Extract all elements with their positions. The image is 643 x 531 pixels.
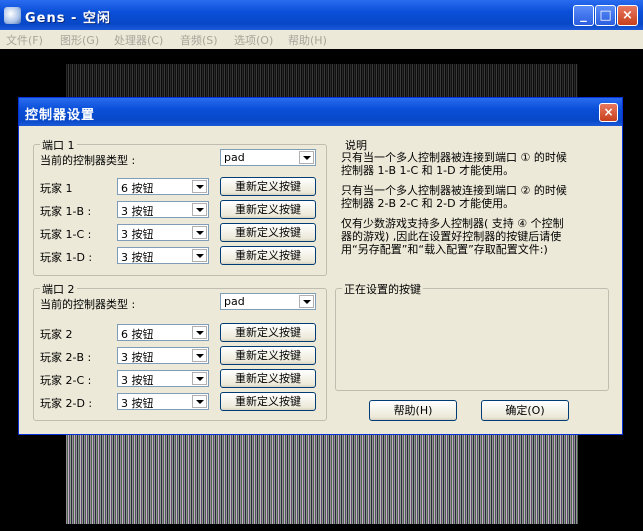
controller-settings-dialog: 控制器设置 × 端口 1 当前的控制器类型 : pad 玩家 1 6 按钮 重新… <box>18 97 623 435</box>
current-setting-label: 正在设置的按键 <box>342 281 423 297</box>
redefine-player-2c-button[interactable]: 重新定义按键 <box>220 369 316 388</box>
chevron-down-icon <box>192 349 207 362</box>
dialog-title-bar[interactable]: 控制器设置 × <box>19 98 622 126</box>
player-1b-select[interactable]: 3 按钮 <box>117 201 209 218</box>
chevron-down-icon <box>192 203 207 216</box>
menu-sound[interactable]: 音频(S) <box>180 32 218 48</box>
chevron-down-icon <box>192 226 207 239</box>
player-2c-select[interactable]: 3 按钮 <box>117 370 209 387</box>
player-2-select[interactable]: 6 按钮 <box>117 324 209 341</box>
menu-help[interactable]: 帮助(H) <box>288 32 327 48</box>
chevron-down-icon <box>299 295 314 308</box>
gens-app-icon <box>4 7 21 24</box>
player-2d-select[interactable]: 3 按钮 <box>117 393 209 410</box>
notes-line: 只有当一个多人控制器被连接到端口 ② 的时候 <box>341 184 567 197</box>
dialog-close-button[interactable]: × <box>599 103 618 122</box>
player-1-value: 6 按钮 <box>121 182 154 195</box>
player-1-label: 玩家 1 <box>40 182 73 195</box>
port2-type-select[interactable]: pad <box>220 293 316 310</box>
player-1d-select[interactable]: 3 按钮 <box>117 247 209 264</box>
redefine-player-1b-button[interactable]: 重新定义按键 <box>220 200 316 219</box>
menu-options[interactable]: 选项(O) <box>234 32 273 48</box>
player-1c-select[interactable]: 3 按钮 <box>117 224 209 241</box>
maximize-button[interactable]: □ <box>595 5 616 26</box>
player-2b-value: 3 按钮 <box>121 351 154 364</box>
redefine-player-2b-button[interactable]: 重新定义按键 <box>220 346 316 365</box>
player-2-value: 6 按钮 <box>121 328 154 341</box>
minimize-button[interactable]: _ <box>573 5 594 26</box>
player-2b-label: 玩家 2-B : <box>40 351 92 364</box>
current-setting-group: 正在设置的按键 <box>335 281 609 391</box>
player-1c-label: 玩家 1-C : <box>40 228 92 241</box>
main-window-title: Gens - 空闲 <box>25 11 111 26</box>
chevron-down-icon <box>192 180 207 193</box>
redefine-player-1c-button[interactable]: 重新定义按键 <box>220 223 316 242</box>
close-button[interactable]: × <box>617 5 638 26</box>
port1-group: 端口 1 当前的控制器类型 : pad 玩家 1 6 按钮 重新定义按键 玩家 … <box>33 137 327 276</box>
port1-type-select[interactable]: pad <box>220 149 316 166</box>
ok-button[interactable]: 确定(O) <box>481 400 569 421</box>
redefine-player-1d-button[interactable]: 重新定义按键 <box>220 246 316 265</box>
player-1b-label: 玩家 1-B : <box>40 205 92 218</box>
player-1-select[interactable]: 6 按钮 <box>117 178 209 195</box>
redefine-player-2-button[interactable]: 重新定义按键 <box>220 323 316 342</box>
port1-type-label: 当前的控制器类型 : <box>40 154 136 167</box>
main-title-bar[interactable]: Gens - 空闲 _ □ × <box>0 0 643 30</box>
menu-graphics[interactable]: 图形(G) <box>60 32 99 48</box>
port1-label: 端口 1 <box>40 137 77 153</box>
player-1b-value: 3 按钮 <box>121 205 154 218</box>
menu-cpu[interactable]: 处理器(C) <box>114 32 163 48</box>
menu-file[interactable]: 文件(F) <box>6 32 43 48</box>
chevron-down-icon <box>192 395 207 408</box>
port2-type-label: 当前的控制器类型 : <box>40 298 136 311</box>
notes-line: 器的游戏) ,因此在设置好控制器的按键后请使 <box>341 230 562 243</box>
port2-type-value: pad <box>224 295 245 308</box>
chevron-down-icon <box>299 151 314 164</box>
port2-group: 端口 2 当前的控制器类型 : pad 玩家 2 6 按钮 重新定义按键 玩家 … <box>33 281 327 421</box>
redefine-player-1-button[interactable]: 重新定义按键 <box>220 177 316 196</box>
player-2c-value: 3 按钮 <box>121 374 154 387</box>
notes-line: 用“另存配置”和“载入配置”存取配置文件:) <box>341 243 548 256</box>
player-2c-label: 玩家 2-C : <box>40 374 92 387</box>
notes-line: 仅有少数游戏支持多人控制器( 支持 ④ 个控制 <box>341 217 564 230</box>
notes-multitap: 仅有少数游戏支持多人控制器( 支持 ④ 个控制 器的游戏) ,因此在设置好控制器… <box>341 217 613 256</box>
chevron-down-icon <box>192 249 207 262</box>
player-2d-label: 玩家 2-D : <box>40 397 93 410</box>
port1-type-value: pad <box>224 151 245 164</box>
redefine-player-2d-button[interactable]: 重新定义按键 <box>220 392 316 411</box>
dialog-title: 控制器设置 <box>25 108 96 123</box>
notes-line: 只有当一个多人控制器被连接到端口 ① 的时候 <box>341 151 567 164</box>
player-1d-value: 3 按钮 <box>121 251 154 264</box>
chevron-down-icon <box>192 326 207 339</box>
help-button[interactable]: 帮助(H) <box>369 400 457 421</box>
notes-line: 控制器 1-B 1-C 和 1-D 才能使用。 <box>341 164 515 177</box>
chevron-down-icon <box>192 372 207 385</box>
notes-port2: 只有当一个多人控制器被连接到端口 ② 的时候 控制器 2-B 2-C 和 2-D… <box>341 184 613 210</box>
game-static-top <box>66 64 578 98</box>
notes-port1: 只有当一个多人控制器被连接到端口 ① 的时候 控制器 1-B 1-C 和 1-D… <box>341 151 613 177</box>
player-2b-select[interactable]: 3 按钮 <box>117 347 209 364</box>
player-1c-value: 3 按钮 <box>121 228 154 241</box>
game-static-bottom <box>66 434 578 524</box>
player-1d-label: 玩家 1-D : <box>40 251 93 264</box>
menu-bar: 文件(F) 图形(G) 处理器(C) 音频(S) 选项(O) 帮助(H) <box>0 30 643 49</box>
notes-line: 控制器 2-B 2-C 和 2-D 才能使用。 <box>341 197 515 210</box>
player-2-label: 玩家 2 <box>40 328 73 341</box>
player-2d-value: 3 按钮 <box>121 397 154 410</box>
port2-label: 端口 2 <box>40 281 77 297</box>
